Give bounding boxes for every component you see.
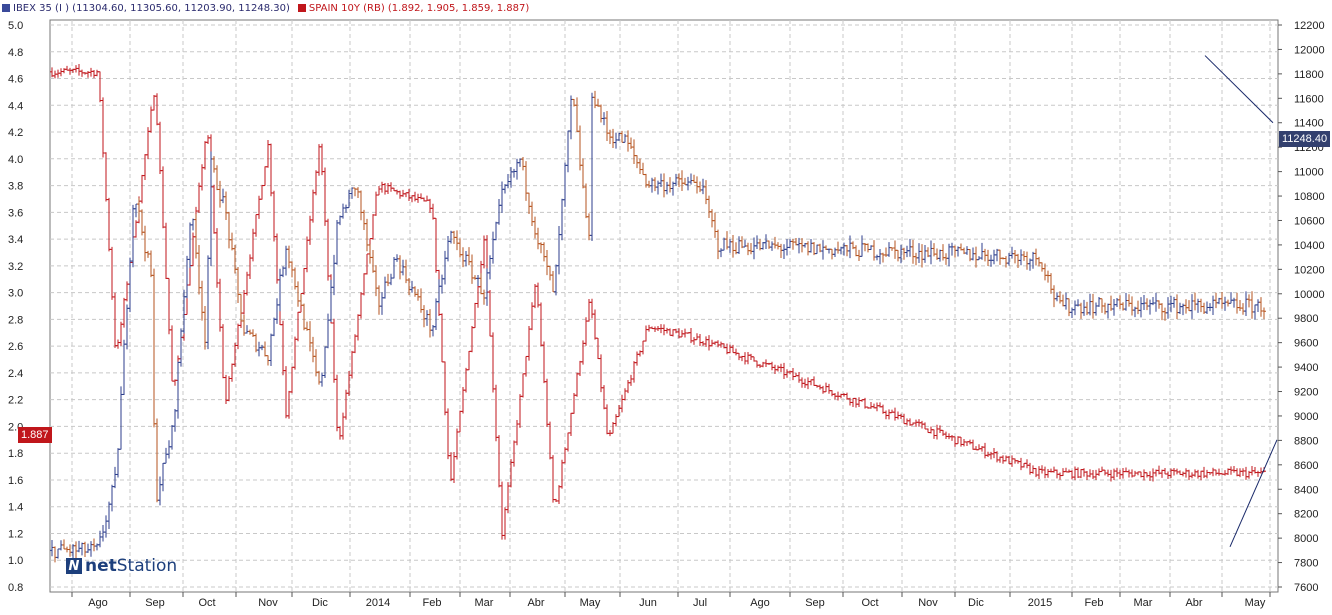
- left-tick-label: 3.8: [8, 181, 23, 193]
- left-tick-label: 3.0: [8, 288, 23, 300]
- netstation-logo: N net Station: [66, 556, 177, 576]
- left-tick-label: 1.2: [8, 528, 23, 540]
- legend-ibex-label: IBEX 35 (I ) (11304.60, 11305.60, 11203.…: [13, 2, 290, 14]
- left-tick-label: 0.8: [8, 582, 23, 594]
- x-tick-label: Jul: [693, 597, 707, 609]
- x-tick-label: Nov: [918, 597, 938, 609]
- right-tick-label: 9000: [1294, 411, 1318, 423]
- logo-text-net: net: [85, 556, 117, 576]
- chart-legend: IBEX 35 (I ) (11304.60, 11305.60, 11203.…: [2, 1, 529, 15]
- right-tick-label: 11000: [1294, 167, 1324, 179]
- x-tick-label: May: [1245, 597, 1266, 609]
- left-tick-label: 1.4: [8, 502, 23, 514]
- x-tick-label: Ago: [750, 597, 770, 609]
- right-tick-label: 9200: [1294, 387, 1318, 399]
- left-tick-label: 3.4: [8, 234, 23, 246]
- x-tick-label: 2015: [1028, 597, 1052, 609]
- ibex-last-value-badge: 11248.40: [1279, 131, 1331, 147]
- left-tick-label: 4.6: [8, 74, 23, 86]
- left-tick-label: 1.0: [8, 555, 23, 567]
- right-tick-label: 10800: [1294, 191, 1325, 203]
- x-tick-label: Sep: [145, 597, 165, 609]
- x-tick-label: Sep: [805, 597, 825, 609]
- x-tick-label: Ago: [88, 597, 108, 609]
- x-tick-label: Feb: [423, 597, 442, 609]
- x-tick-label: Dic: [968, 597, 984, 609]
- chart-svg: 5.0 4.8 4.6 4.4 4.2 4.0 3.8 3.6 3.4 3.2 3.0 2.8 2.6 2…: [8, 19, 1325, 609]
- x-tick-label: Oct: [861, 597, 878, 609]
- x-tick-label: Dic: [312, 597, 328, 609]
- left-tick-label: 1.8: [8, 448, 23, 460]
- spain-last-value-badge: 1.887: [18, 427, 52, 443]
- right-tick-label: 10000: [1294, 289, 1325, 301]
- chart-root: 5.0 4.8 4.6 4.4 4.2 4.0 3.8 3.6 3.4 3.2 3.0 2.8 2.6 2…: [0, 0, 1332, 610]
- right-tick-label: 8800: [1294, 435, 1318, 447]
- right-tick-label: 11400: [1294, 118, 1324, 130]
- ibex-swatch-icon: [2, 3, 10, 12]
- plot-frame: [49, 19, 1279, 593]
- left-tick-label: 2.2: [8, 395, 23, 407]
- right-tick-label: 8200: [1294, 509, 1318, 521]
- right-tick-label: 12200: [1294, 20, 1325, 32]
- right-tick-label: 8000: [1294, 533, 1318, 545]
- right-tick-label: 11600: [1294, 93, 1324, 105]
- left-tick-label: 1.6: [8, 475, 23, 487]
- left-tick-label: 4.0: [8, 154, 23, 166]
- netstation-logo-icon: N: [66, 558, 82, 574]
- left-tick-label: 4.2: [8, 127, 23, 139]
- right-tick-label: 7600: [1294, 582, 1318, 594]
- right-tick-label: 11800: [1294, 69, 1324, 81]
- left-tick-label: 4.4: [8, 100, 23, 112]
- left-tick-label: 2.8: [8, 314, 23, 326]
- left-tick-label: 2.4: [8, 368, 23, 380]
- left-tick-label: 2.6: [8, 341, 23, 353]
- x-tick-label: Abr: [527, 597, 544, 609]
- left-tick-label: 3.6: [8, 207, 23, 219]
- x-tick-label: Mar: [475, 597, 494, 609]
- right-tick-label: 9800: [1294, 313, 1318, 325]
- x-tick-label: Mar: [1134, 597, 1153, 609]
- legend-spain-label: SPAIN 10Y (RB) (1.892, 1.905, 1.859, 1.8…: [308, 2, 530, 14]
- right-tick-label: 10400: [1294, 240, 1325, 252]
- right-tick-label: 12000: [1294, 44, 1325, 56]
- x-tick-label: 2014: [366, 597, 390, 609]
- x-tick-label: May: [580, 597, 601, 609]
- left-tick-label: 3.2: [8, 261, 23, 273]
- x-tick-label: Jun: [639, 597, 657, 609]
- left-tick-label: 5.0: [8, 20, 23, 32]
- right-tick-label: 8600: [1294, 460, 1318, 472]
- x-tick-label: Nov: [258, 597, 278, 609]
- right-tick-label: 10600: [1294, 215, 1325, 227]
- x-tick-label: Feb: [1085, 597, 1104, 609]
- x-tick-label: Oct: [198, 597, 215, 609]
- logo-text-station: Station: [116, 556, 178, 576]
- x-tick-label: Abr: [1185, 597, 1202, 609]
- right-tick-label: 7800: [1294, 558, 1318, 570]
- right-tick-label: 9600: [1294, 338, 1318, 350]
- right-tick-label: 10200: [1294, 264, 1325, 276]
- legend-item-spain: SPAIN 10Y (RB) (1.892, 1.905, 1.859, 1.8…: [297, 2, 530, 14]
- spain-swatch-icon: [297, 3, 306, 12]
- right-tick-label: 8400: [1294, 484, 1318, 496]
- legend-item-ibex: IBEX 35 (I ) (11304.60, 11305.60, 11203.…: [2, 3, 290, 14]
- left-tick-label: 4.8: [8, 47, 23, 59]
- right-tick-label: 9400: [1294, 362, 1318, 374]
